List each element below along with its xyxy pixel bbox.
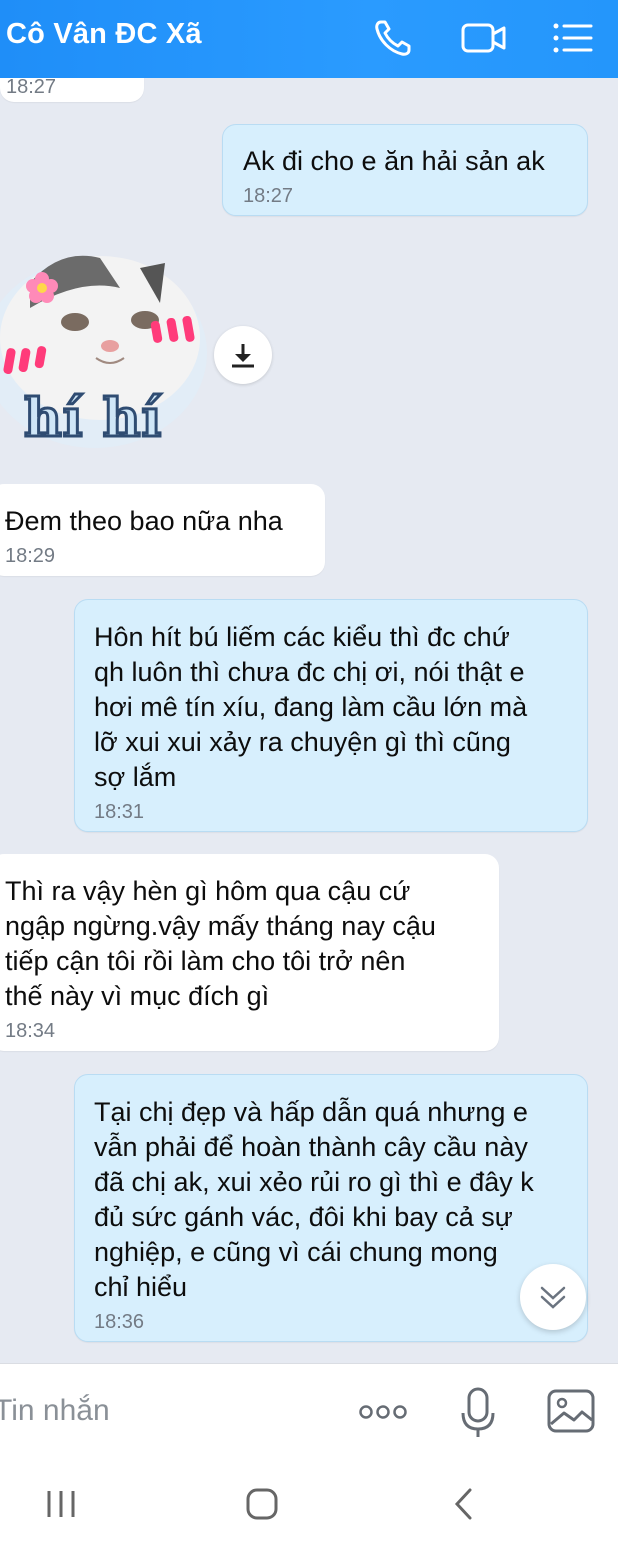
contact-name[interactable]: Cô Vân ĐC Xã [6,18,202,51]
message-bubble-incoming[interactable]: 18:27 [0,78,144,102]
home-icon[interactable] [245,1487,279,1521]
message-text: Ak đi cho e ăn hải sản ak [243,146,545,176]
image-icon[interactable] [546,1388,596,1434]
message-text: Tại chị đẹp và hấp dẫn quá nhưng e vẫn p… [94,1097,534,1302]
message-time: 18:31 [94,801,145,823]
message-input-bar: Tin nhắn [0,1363,618,1460]
phone-icon[interactable] [371,16,415,60]
message-text: Đem theo bao nữa nha [5,506,283,536]
message-bubble-outgoing[interactable]: Ak đi cho e ăn hải sản ak 18:27 [222,124,588,216]
message-time: 18:27 [243,185,294,207]
sticker-caption: hí hí [22,387,163,451]
message-bubble-outgoing[interactable]: Hôn hít bú liếm các kiểu thì đc chứ qh l… [74,599,588,832]
chevron-double-down-icon [540,1286,566,1309]
message-time: 18:36 [94,1311,145,1333]
cat-sticker[interactable]: hí hí [0,248,210,463]
microphone-icon[interactable] [458,1386,498,1440]
message-text: Hôn hít bú liếm các kiểu thì đc chứ qh l… [94,622,528,792]
message-time: 18:34 [5,1020,56,1042]
more-options-icon[interactable] [355,1394,411,1430]
message-bubble-incoming[interactable]: Thì ra vậy hèn gì hôm qua cậu cứ ngập ng… [0,854,499,1051]
message-text: Thì ra vậy hèn gì hôm qua cậu cứ ngập ng… [5,876,436,1011]
message-time: 18:29 [5,545,56,567]
recent-apps-icon[interactable] [44,1487,78,1521]
scroll-to-bottom-button[interactable] [520,1264,586,1330]
menu-list-icon[interactable] [551,16,595,60]
download-button[interactable] [214,326,272,384]
chat-messages[interactable]: 18:27 Ak đi cho e ăn hải sản ak 18:27 hí… [0,78,618,1363]
message-bubble-outgoing[interactable]: Tại chị đẹp và hấp dẫn quá nhưng e vẫn p… [74,1074,588,1342]
message-input[interactable]: Tin nhắn [0,1394,110,1428]
back-icon[interactable] [450,1487,478,1521]
chat-header: Cô Vân ĐC Xã [0,0,618,78]
message-time: 18:27 [6,78,57,98]
system-navigation-bar [0,1459,618,1545]
video-call-icon[interactable] [460,16,508,60]
message-bubble-incoming[interactable]: Đem theo bao nữa nha 18:29 [0,484,325,576]
download-icon [232,344,254,368]
